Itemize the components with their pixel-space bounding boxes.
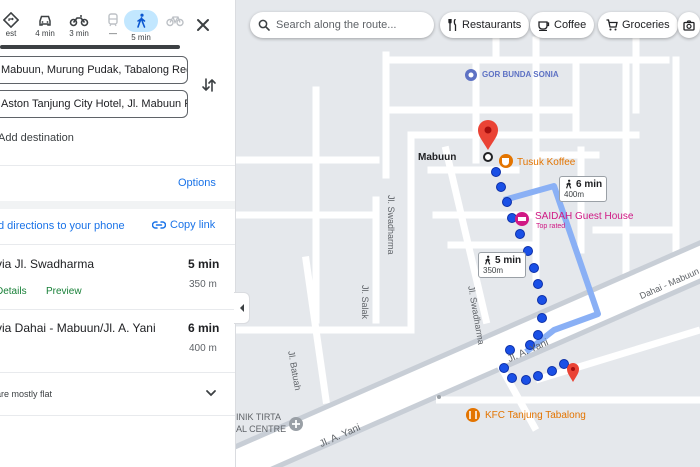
place-mabuun-label[interactable]: Mabuun bbox=[418, 152, 456, 163]
copy-link-button[interactable]: Copy link bbox=[152, 219, 215, 231]
route-1-time: 5 min bbox=[188, 257, 220, 271]
fork-knife-icon bbox=[448, 19, 457, 31]
bicycle-icon bbox=[166, 16, 184, 27]
route-callout-alt[interactable]: 6 min 400m bbox=[559, 176, 608, 202]
chip-coffee[interactable]: Coffee bbox=[530, 12, 595, 38]
swap-icon[interactable] bbox=[200, 76, 218, 94]
directions-panel: est 4 min 3 min — 5 min Mabuun, Murung P… bbox=[0, 0, 236, 467]
callout-primary-distance: 350m bbox=[483, 266, 504, 275]
place-saidah-label[interactable]: SAIDAH Guest House bbox=[535, 211, 633, 222]
link-icon bbox=[152, 221, 166, 229]
mode-walking-active-pill bbox=[124, 10, 158, 32]
route-2-time: 6 min bbox=[188, 321, 220, 335]
chevron-left-icon bbox=[239, 304, 244, 312]
elevation-note: are mostly flat bbox=[0, 389, 53, 399]
walking-icon bbox=[485, 255, 491, 265]
mode-best[interactable]: est bbox=[0, 8, 28, 46]
diamond-route-icon bbox=[3, 12, 19, 28]
divider bbox=[0, 165, 235, 166]
mode-driving[interactable]: 4 min bbox=[28, 8, 62, 46]
cart-icon bbox=[606, 19, 618, 31]
car-icon bbox=[39, 15, 51, 26]
divider bbox=[0, 244, 235, 245]
restaurant-marker-icon bbox=[466, 408, 480, 422]
mode-best-label: est bbox=[5, 29, 17, 38]
chip-coffee-label: Coffee bbox=[554, 19, 587, 31]
mode-driving-label: 4 min bbox=[35, 29, 55, 38]
coffee-cup-icon bbox=[538, 21, 550, 31]
destination-text: Aston Tanjung City Hotel, Jl. Mabuun Ray bbox=[1, 98, 188, 110]
chip-more[interactable] bbox=[678, 12, 700, 38]
chip-groceries[interactable]: Groceries bbox=[598, 12, 678, 38]
divider bbox=[0, 372, 235, 373]
route-1-preview-link[interactable]: Preview bbox=[46, 286, 82, 297]
route-2-title: via Dahai - Mabuun/Jl. A. Yani bbox=[0, 321, 156, 335]
search-placeholder: Search along the route... bbox=[276, 19, 397, 31]
callout-alt-time: 6 min bbox=[576, 179, 603, 190]
mode-cycling[interactable] bbox=[158, 8, 192, 46]
mode-two-wheeler[interactable]: 3 min bbox=[62, 8, 96, 46]
add-destination[interactable]: Add destination bbox=[0, 132, 74, 144]
place-gor-label[interactable]: GOR BUNDA SONIA bbox=[482, 70, 559, 79]
mode-scrollbar[interactable] bbox=[0, 45, 180, 49]
street-swadharma-1: Jl. Swadharma bbox=[386, 195, 396, 255]
street-salak: Jl. Salak bbox=[360, 285, 370, 320]
collapse-panel-button[interactable] bbox=[234, 292, 250, 324]
chip-restaurants-label: Restaurants bbox=[462, 19, 522, 31]
close-icon[interactable] bbox=[194, 16, 212, 34]
route-1-title: via Jl. Swadharma bbox=[0, 257, 95, 271]
callout-primary-time: 5 min bbox=[495, 255, 522, 266]
camera-icon bbox=[683, 19, 695, 31]
copy-link-label: Copy link bbox=[170, 219, 216, 231]
mode-walking[interactable]: 5 min bbox=[122, 8, 160, 46]
clinic-marker-icon bbox=[289, 417, 303, 431]
map-base bbox=[236, 0, 700, 467]
mode-walking-label: 5 min bbox=[131, 33, 151, 42]
origin-field[interactable]: Mabuun, Murung Pudak, Tabalong Regen bbox=[0, 56, 188, 84]
chip-restaurants[interactable]: Restaurants bbox=[440, 12, 530, 38]
place-clinic-label-2: AL CENTRE bbox=[236, 424, 287, 434]
place-clinic-label-1[interactable]: INIK TIRTA bbox=[236, 412, 281, 422]
place-kfc-label[interactable]: KFC Tanjung Tabalong bbox=[485, 410, 586, 421]
send-to-phone-link[interactable]: d directions to your phone bbox=[0, 220, 125, 232]
route-2-distance: 400 m bbox=[189, 343, 217, 354]
divider bbox=[0, 415, 235, 416]
search-icon bbox=[258, 19, 270, 31]
options-button[interactable]: Options bbox=[178, 177, 216, 189]
route-callout-primary[interactable]: 5 min 350m bbox=[478, 252, 527, 278]
travel-mode-bar: est 4 min 3 min — 5 min bbox=[0, 4, 235, 48]
walking-icon bbox=[566, 179, 572, 189]
chip-groceries-label: Groceries bbox=[622, 19, 670, 31]
chevron-down-icon[interactable] bbox=[204, 386, 218, 400]
train-icon bbox=[108, 13, 118, 27]
cafe-marker-icon bbox=[499, 154, 513, 168]
map-canvas[interactable]: GOR BUNDA SONIA Mabuun Tusuk Koffee SAID… bbox=[236, 0, 700, 467]
destination-field[interactable]: Aston Tanjung City Hotel, Jl. Mabuun Ray bbox=[0, 90, 188, 118]
motorcycle-icon bbox=[69, 15, 89, 27]
origin-text: Mabuun, Murung Pudak, Tabalong Regen bbox=[1, 64, 188, 76]
divider bbox=[0, 309, 235, 310]
mode-two-wheeler-label: 3 min bbox=[69, 29, 89, 38]
gor-marker-icon bbox=[465, 69, 477, 81]
route-1-details-link[interactable]: Details bbox=[0, 286, 27, 297]
walking-icon bbox=[137, 13, 146, 28]
search-along-route-input[interactable]: Search along the route... bbox=[250, 12, 434, 38]
place-saidah-sub: Top rated bbox=[536, 223, 566, 230]
hotel-marker-icon bbox=[515, 212, 529, 226]
callout-alt-distance: 400m bbox=[564, 190, 585, 199]
place-tusuk-label[interactable]: Tusuk Koffee bbox=[517, 157, 575, 168]
section-divider bbox=[0, 201, 235, 209]
route-1-distance: 350 m bbox=[189, 279, 217, 290]
